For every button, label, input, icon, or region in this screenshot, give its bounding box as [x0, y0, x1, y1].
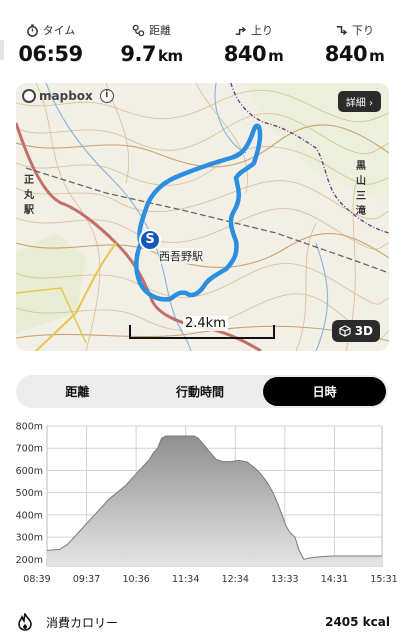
x-tick-label: 10:36 [122, 574, 149, 585]
calorie-label: 消費カロリー [46, 615, 119, 630]
stat-descent-label: 下り [352, 24, 374, 37]
route-icon [132, 24, 145, 36]
mapbox-text: mapbox [39, 89, 93, 103]
stat-distance-unit: km [158, 47, 183, 65]
map-scale-label: 2.4km [183, 316, 228, 331]
stat-time-label: タイム [42, 24, 76, 37]
view-3d-button[interactable]: 3D [331, 320, 380, 342]
mapbox-attribution: mapbox i [22, 89, 114, 103]
y-tick-label: 400m [16, 510, 43, 521]
stat-descent: 下り 840 m [304, 22, 405, 66]
elevation-chart[interactable]: 200m 300m 400m 500m 600m 700m 800m 08:39 09:37 10… [0, 418, 405, 588]
x-tick-label: 08:39 [23, 574, 50, 585]
view-3d-label: 3D [354, 324, 373, 338]
activity-stats: タイム 06:59 距離 9.7 km 上り 840 m 下り 840 m [0, 0, 405, 80]
y-tick-label: 500m [16, 488, 43, 499]
start-marker[interactable]: S [139, 229, 161, 251]
stat-ascent-value: 840 [223, 42, 267, 66]
x-tick-label: 13:33 [271, 574, 298, 585]
mapbox-logo-icon [22, 89, 36, 103]
topographic-map [16, 83, 389, 351]
stat-time-value: 06:59 [18, 42, 83, 66]
calorie-row: 消費カロリー 2405 kcal [16, 610, 390, 634]
flame-icon [18, 613, 32, 631]
stat-ascent-label: 上り [251, 24, 273, 37]
map-place-label-left: 正丸駅 [24, 175, 34, 216]
stat-distance-label: 距離 [149, 24, 171, 37]
cube-icon [339, 325, 351, 337]
x-tick-label: 14:31 [321, 574, 348, 585]
stat-time: タイム 06:59 [0, 22, 101, 66]
x-tick-label: 09:37 [73, 574, 100, 585]
tab-moving-time[interactable]: 行動時間 [139, 375, 262, 408]
chevron-right-icon: › [369, 98, 373, 109]
station-label: 西吾野駅 [159, 248, 203, 264]
stat-distance: 距離 9.7 km [101, 22, 202, 66]
x-tick-label: 11:34 [172, 574, 199, 585]
info-icon[interactable]: i [99, 89, 114, 103]
calorie-value: 2405 kcal [325, 615, 390, 629]
chart-axis-selector: 距離 行動時間 日時 [16, 375, 388, 408]
ascent-icon [235, 26, 247, 35]
x-tick-label: 12:34 [222, 574, 249, 585]
route-map[interactable]: mapbox i 詳細 › 正丸駅 黒山三滝 S 西吾野駅 2.4km 3D [16, 83, 389, 351]
y-tick-label: 200m [16, 555, 43, 566]
y-tick-label: 600m [16, 466, 43, 477]
stat-distance-value: 9.7 [120, 42, 157, 66]
y-tick-label: 300m [16, 533, 43, 544]
stat-descent-value: 840 [324, 42, 368, 66]
map-place-label-right: 黒山三滝 [356, 161, 366, 217]
tab-distance[interactable]: 距離 [16, 375, 139, 408]
descent-icon [336, 25, 348, 35]
stat-ascent: 上り 840 m [203, 22, 304, 66]
stat-descent-unit: m [369, 47, 385, 65]
y-tick-label: 700m [16, 444, 43, 455]
stopwatch-icon [26, 23, 38, 37]
x-tick-label: 15:31 [370, 574, 397, 585]
stat-ascent-unit: m [268, 47, 284, 65]
y-tick-label: 800m [16, 422, 43, 433]
map-detail-button[interactable]: 詳細 › [337, 91, 381, 112]
tab-datetime[interactable]: 日時 [263, 377, 387, 406]
map-detail-label: 詳細 [345, 98, 366, 109]
